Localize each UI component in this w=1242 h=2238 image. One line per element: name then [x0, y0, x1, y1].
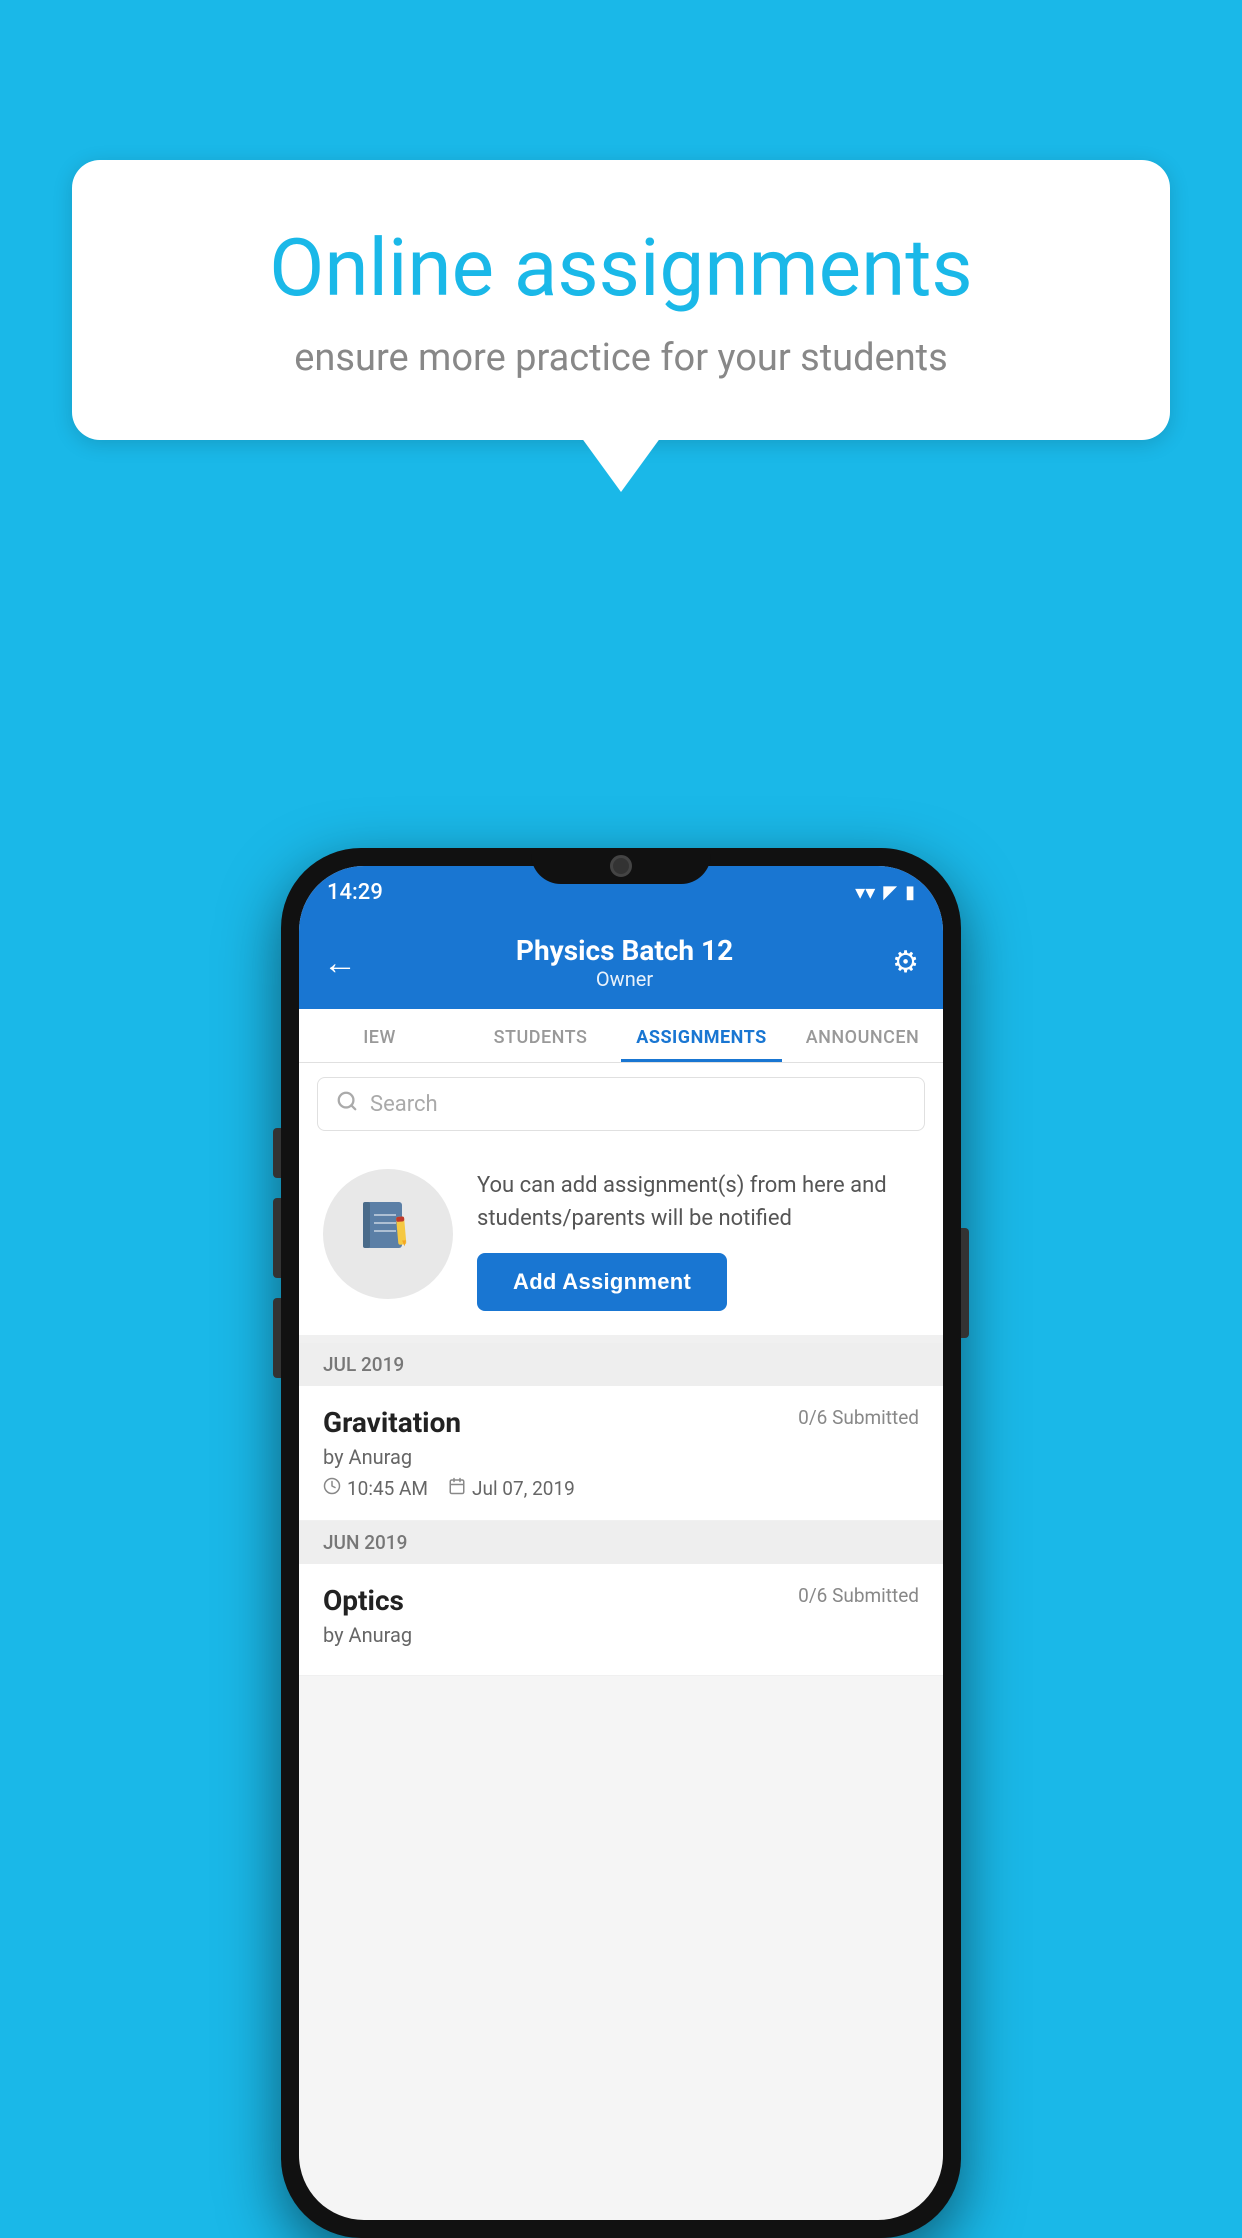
assignment-item-header: Gravitation 0/6 Submitted — [323, 1406, 919, 1439]
header-center: Physics Batch 12 Owner — [516, 934, 733, 991]
search-container: Search — [299, 1063, 943, 1145]
assignment-submitted-optics: 0/6 Submitted — [798, 1584, 919, 1607]
phone-notch — [531, 848, 711, 884]
tab-announcements[interactable]: ANNOUNCEN — [782, 1009, 943, 1062]
month-divider-jun: JUN 2019 — [299, 1521, 943, 1564]
status-time: 14:29 — [327, 880, 383, 905]
search-input-wrapper[interactable]: Search — [317, 1077, 925, 1131]
phone-side-button-3 — [273, 1298, 281, 1378]
phone-side-button-2 — [273, 1198, 281, 1278]
assignment-time: 10:45 AM — [347, 1477, 428, 1500]
speech-bubble-title: Online assignments — [152, 220, 1090, 316]
back-button[interactable]: ← — [323, 943, 357, 983]
phone-side-button-1 — [273, 1128, 281, 1178]
signal-icon: ◤ — [883, 882, 897, 903]
assignment-name: Gravitation — [323, 1406, 461, 1439]
search-icon — [336, 1090, 358, 1118]
meta-time: 10:45 AM — [323, 1477, 428, 1500]
search-placeholder: Search — [370, 1092, 438, 1117]
assignment-name-optics: Optics — [323, 1584, 404, 1617]
header-subtitle: Owner — [516, 967, 733, 991]
add-assignment-section: You can add assignment(s) from here and … — [299, 1145, 943, 1343]
assignment-date: Jul 07, 2019 — [472, 1477, 575, 1500]
meta-date: Jul 07, 2019 — [448, 1477, 575, 1500]
assignment-item-optics[interactable]: Optics 0/6 Submitted by Anurag — [299, 1564, 943, 1676]
gear-icon[interactable]: ⚙ — [892, 945, 919, 980]
phone-frame: 14:29 ▾▾ ◤ ▮ ← Physics Batch 12 Owner ⚙ … — [281, 848, 961, 2238]
assignment-item-gravitation[interactable]: Gravitation 0/6 Submitted by Anurag 10:4… — [299, 1386, 943, 1521]
tab-iew[interactable]: IEW — [299, 1009, 460, 1062]
wifi-icon: ▾▾ — [855, 880, 875, 904]
assignment-meta: 10:45 AM Jul 07, 2019 — [323, 1477, 919, 1500]
app-header: ← Physics Batch 12 Owner ⚙ — [299, 918, 943, 1009]
tab-students[interactable]: STUDENTS — [460, 1009, 621, 1062]
assignment-by-optics: by Anurag — [323, 1623, 919, 1647]
assignment-item-header-optics: Optics 0/6 Submitted — [323, 1584, 919, 1617]
assignment-info: You can add assignment(s) from here and … — [477, 1169, 919, 1311]
phone-screen: 14:29 ▾▾ ◤ ▮ ← Physics Batch 12 Owner ⚙ … — [299, 866, 943, 2220]
battery-icon: ▮ — [905, 882, 915, 903]
header-title: Physics Batch 12 — [516, 934, 733, 967]
phone-camera — [610, 855, 632, 877]
speech-bubble-subtitle: ensure more practice for your students — [152, 336, 1090, 380]
assignment-description: You can add assignment(s) from here and … — [477, 1169, 919, 1235]
speech-bubble: Online assignments ensure more practice … — [72, 160, 1170, 440]
status-icons: ▾▾ ◤ ▮ — [855, 880, 915, 904]
phone-side-button-right — [961, 1228, 969, 1338]
clock-icon — [323, 1477, 341, 1500]
speech-bubble-container: Online assignments ensure more practice … — [72, 160, 1170, 440]
assignment-by: by Anurag — [323, 1445, 919, 1469]
tab-assignments[interactable]: ASSIGNMENTS — [621, 1009, 782, 1062]
month-divider-jul: JUL 2019 — [299, 1343, 943, 1386]
notebook-icon — [358, 1197, 418, 1271]
assignment-submitted: 0/6 Submitted — [798, 1406, 919, 1429]
calendar-icon — [448, 1477, 466, 1500]
assignment-icon-circle — [323, 1169, 453, 1299]
add-assignment-button[interactable]: Add Assignment — [477, 1253, 727, 1311]
tabs-container: IEW STUDENTS ASSIGNMENTS ANNOUNCEN — [299, 1009, 943, 1063]
